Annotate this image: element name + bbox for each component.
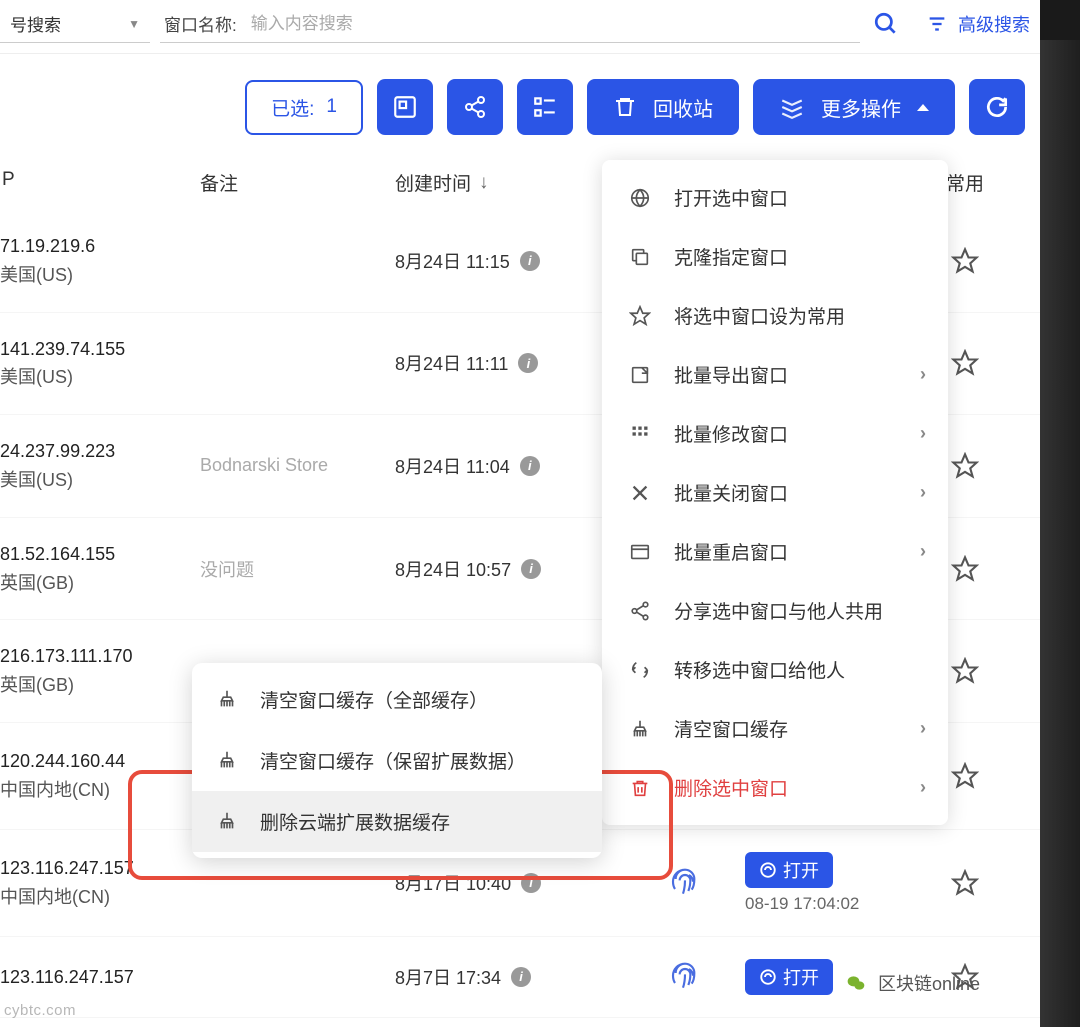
time-cell: 8月24日 10:57i xyxy=(395,556,625,582)
broom-icon xyxy=(628,717,652,741)
ip-cell: 141.239.74.155美国(US) xyxy=(0,335,200,393)
ip-cell: 120.244.160.44中国内地(CN) xyxy=(0,747,200,805)
transfer-icon xyxy=(628,658,652,682)
chevron-right-icon: › xyxy=(920,718,926,739)
more-actions-button[interactable]: 更多操作 xyxy=(753,79,955,135)
ip-cell: 123.116.247.157中国内地(CN) xyxy=(0,854,200,912)
info-icon[interactable]: i xyxy=(521,873,541,893)
side-strip xyxy=(1040,0,1080,1027)
search-bar: 号搜索 ▼ 窗口名称: 高级搜索 xyxy=(0,0,1040,54)
close-icon xyxy=(628,481,652,505)
time-cell: 8月24日 11:04i xyxy=(395,453,625,479)
watermark-bottom-right: 区块链online xyxy=(842,969,980,997)
menu-item[interactable]: 清空窗口缓存› xyxy=(602,699,948,758)
time-cell: 8月24日 11:11i xyxy=(395,350,625,376)
star-icon xyxy=(628,304,652,328)
more-label: 更多操作 xyxy=(821,93,901,122)
refresh-button[interactable] xyxy=(969,79,1025,135)
chevron-right-icon: › xyxy=(920,777,926,798)
ip-cell: 81.52.164.155英国(GB) xyxy=(0,540,200,598)
caret-down-icon: ▼ xyxy=(128,17,140,31)
broom-icon xyxy=(216,688,240,712)
chevron-right-icon: › xyxy=(920,364,926,385)
search-field-label: 窗口名称: xyxy=(164,11,237,36)
col-ip[interactable]: P xyxy=(0,169,200,196)
caret-up-icon xyxy=(917,104,929,111)
chevron-right-icon: › xyxy=(920,541,926,562)
globe-icon xyxy=(628,186,652,210)
list-button[interactable] xyxy=(517,79,573,135)
submenu-item[interactable]: 清空窗口缓存（保留扩展数据） xyxy=(192,730,602,791)
menu-item[interactable]: 将选中窗口设为常用 xyxy=(602,286,948,345)
note-cell: Bodnarski Store xyxy=(200,455,395,476)
window-icon xyxy=(628,540,652,564)
ip-cell: 123.116.247.157 xyxy=(0,963,200,992)
advanced-search[interactable]: 高级搜索 xyxy=(926,11,1030,37)
note-cell: 没问题 xyxy=(200,556,395,582)
layout-button[interactable] xyxy=(377,79,433,135)
open-button[interactable]: 打开 xyxy=(745,959,833,995)
sort-desc-icon: ↓ xyxy=(479,172,489,194)
action-cell: 打开08-19 17:04:02 xyxy=(745,852,925,914)
menu-item[interactable]: 批量修改窗口› xyxy=(602,404,948,463)
submenu-item[interactable]: 删除云端扩展数据缓存 xyxy=(192,791,602,852)
watermark-bottom-left: cybtc.com xyxy=(4,1002,76,1019)
ip-cell: 71.19.219.6美国(US) xyxy=(0,232,200,290)
info-icon[interactable]: i xyxy=(520,251,540,271)
search-button[interactable] xyxy=(870,8,902,40)
info-icon[interactable]: i xyxy=(521,559,541,579)
chevron-right-icon: › xyxy=(920,482,926,503)
wechat-icon xyxy=(842,969,870,997)
info-icon[interactable]: i xyxy=(520,456,540,476)
grid-icon xyxy=(628,422,652,446)
submenu-item[interactable]: 清空窗口缓存（全部缓存） xyxy=(192,669,602,730)
search-input[interactable] xyxy=(251,14,856,34)
export-icon xyxy=(628,363,652,387)
advanced-search-label: 高级搜索 xyxy=(958,11,1030,37)
selected-count-badge: 已选: 1 xyxy=(245,80,363,135)
menu-item[interactable]: 分享选中窗口与他人共用 xyxy=(602,581,948,640)
broom-icon xyxy=(216,810,240,834)
search-type-dropdown[interactable]: 号搜索 ▼ xyxy=(0,5,150,43)
time-cell: 8月7日 17:34i xyxy=(395,964,625,990)
fav-cell[interactable] xyxy=(925,869,1005,897)
status-cell xyxy=(625,961,745,993)
menu-item[interactable]: 删除选中窗口› xyxy=(602,758,948,817)
share-button[interactable] xyxy=(447,79,503,135)
menu-item[interactable]: 批量导出窗口› xyxy=(602,345,948,404)
search-field-wrap: 窗口名称: xyxy=(160,5,860,43)
ip-cell: 24.237.99.223美国(US) xyxy=(0,437,200,495)
search-type-label: 号搜索 xyxy=(10,11,61,36)
status-cell xyxy=(625,867,745,899)
trash-icon xyxy=(628,776,652,800)
chevron-right-icon: › xyxy=(920,423,926,444)
menu-item[interactable]: 克隆指定窗口 xyxy=(602,227,948,286)
time-cell: 8月17日 10:40i xyxy=(395,870,625,896)
toolbar: 已选: 1 回收站 更多操作 xyxy=(0,54,1040,155)
open-button[interactable]: 打开 xyxy=(745,852,833,888)
info-icon[interactable]: i xyxy=(518,353,538,373)
col-note[interactable]: 备注 xyxy=(200,169,395,196)
more-actions-menu: 打开选中窗口克隆指定窗口将选中窗口设为常用批量导出窗口›批量修改窗口›批量关闭窗… xyxy=(602,160,948,825)
share-icon xyxy=(628,599,652,623)
recycle-label: 回收站 xyxy=(653,93,713,122)
broom-icon xyxy=(216,749,240,773)
copy-icon xyxy=(628,245,652,269)
time-cell: 8月24日 11:15i xyxy=(395,248,625,274)
info-icon[interactable]: i xyxy=(511,967,531,987)
col-created[interactable]: 创建时间 ↓ xyxy=(395,169,625,196)
menu-item[interactable]: 批量关闭窗口› xyxy=(602,463,948,522)
menu-item[interactable]: 转移选中窗口给他人 xyxy=(602,640,948,699)
recycle-bin-button[interactable]: 回收站 xyxy=(587,79,739,135)
menu-item[interactable]: 批量重启窗口› xyxy=(602,522,948,581)
cache-submenu: 清空窗口缓存（全部缓存）清空窗口缓存（保留扩展数据）删除云端扩展数据缓存 xyxy=(192,663,602,858)
ip-cell: 216.173.111.170英国(GB) xyxy=(0,642,200,700)
menu-item[interactable]: 打开选中窗口 xyxy=(602,168,948,227)
